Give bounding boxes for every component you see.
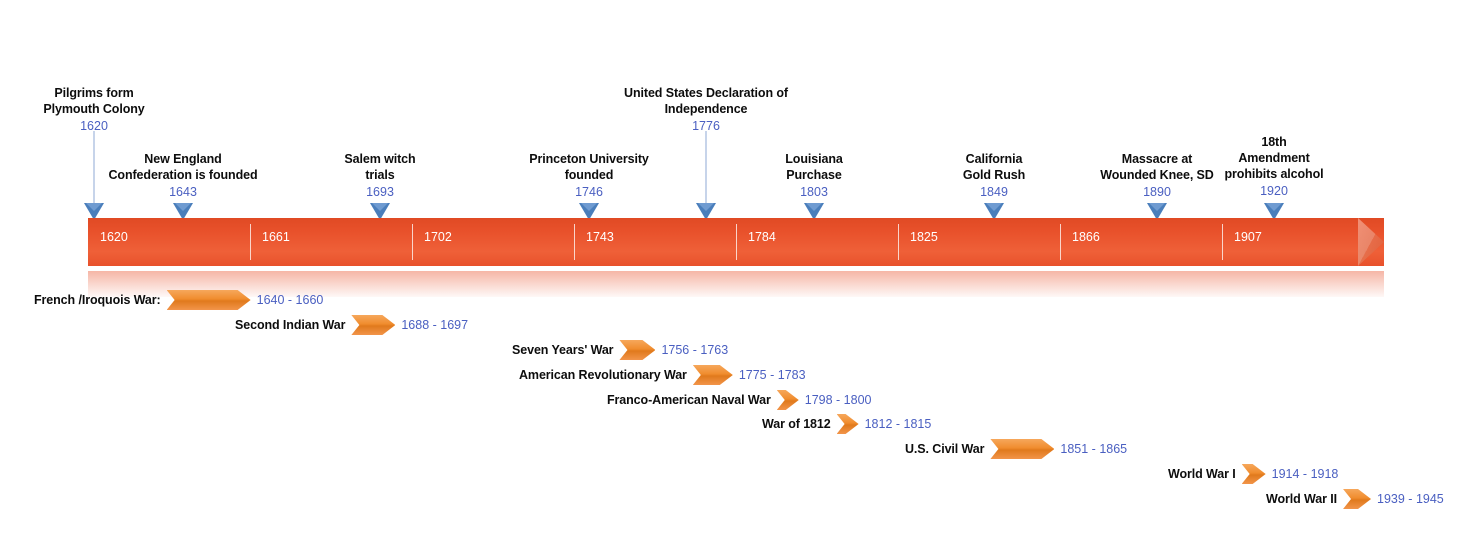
timeline-event: Princeton University founded 1746 xyxy=(529,151,649,201)
war-label: Second Indian War xyxy=(235,318,346,332)
timeline-bar: 1620 1661 1702 1743 1784 1825 1866 1907 xyxy=(88,218,1384,266)
war-span-row: War of 1812 1812 - 1815 xyxy=(762,414,931,434)
event-title: Salem witch trials xyxy=(344,152,416,182)
war-span-row: Seven Years' War 1756 - 1763 xyxy=(512,340,728,360)
event-title: New England Confederation is founded xyxy=(108,152,258,182)
event-title: Louisiana Purchase xyxy=(785,152,843,182)
event-connector-line xyxy=(705,131,707,203)
timeline-event: Massacre at Wounded Knee, SD 1890 xyxy=(1100,151,1214,201)
war-duration-arrow-icon xyxy=(693,365,733,385)
war-duration-arrow-icon xyxy=(777,390,799,410)
axis-tick-divider xyxy=(250,224,251,260)
axis-tick-label: 1907 xyxy=(1234,230,1262,244)
axis-tick-label: 1784 xyxy=(748,230,776,244)
axis-tick-label: 1620 xyxy=(100,230,128,244)
axis-tick-label: 1866 xyxy=(1072,230,1100,244)
event-year: 1890 xyxy=(1143,185,1171,199)
war-duration-arrow-icon xyxy=(351,315,395,335)
war-year-range: 1640 - 1660 xyxy=(256,293,324,307)
war-span-row: Franco-American Naval War 1798 - 1800 xyxy=(607,390,872,410)
war-label: U.S. Civil War xyxy=(905,442,985,456)
war-label: Franco-American Naval War xyxy=(607,393,771,407)
event-year: 1849 xyxy=(980,185,1008,199)
axis-tick-divider xyxy=(898,224,899,260)
event-year: 1746 xyxy=(575,185,603,199)
event-title: United States Declaration of Independenc… xyxy=(624,86,788,116)
war-duration-arrow-icon xyxy=(990,439,1054,459)
axis-tick-label: 1825 xyxy=(910,230,938,244)
timeline-event: 18th Amendment prohibits alcohol 1920 xyxy=(1225,134,1324,200)
war-year-range: 1775 - 1783 xyxy=(738,368,806,382)
war-duration-arrow-icon xyxy=(837,414,859,434)
war-duration-arrow-icon xyxy=(167,290,251,310)
timeline-event: New England Confederation is founded 1643 xyxy=(109,151,258,201)
war-year-range: 1798 - 1800 xyxy=(804,393,872,407)
war-label: French /Iroquois War: xyxy=(34,293,161,307)
axis-tick-divider xyxy=(412,224,413,260)
war-span-row: Second Indian War 1688 - 1697 xyxy=(235,315,468,335)
war-label: War of 1812 xyxy=(762,417,831,431)
war-label: World War I xyxy=(1168,467,1236,481)
war-year-range: 1812 - 1815 xyxy=(864,417,932,431)
timeline-event: Pilgrims form Plymouth Colony 1620 xyxy=(43,85,144,135)
war-span-row: American Revolutionary War 1775 - 1783 xyxy=(519,365,806,385)
axis-tick-divider xyxy=(1222,224,1223,260)
war-span-row: French /Iroquois War: 1640 - 1660 xyxy=(34,290,323,310)
event-title: 18th Amendment prohibits alcohol xyxy=(1224,135,1324,181)
war-duration-arrow-icon xyxy=(1242,464,1266,484)
event-year: 1803 xyxy=(800,185,828,199)
war-year-range: 1939 - 1945 xyxy=(1377,492,1444,506)
axis-tick-divider xyxy=(736,224,737,260)
timeline-event: United States Declaration of Independenc… xyxy=(624,85,788,135)
timeline-event: Louisiana Purchase 1803 xyxy=(785,151,843,201)
war-label: Seven Years' War xyxy=(512,343,614,357)
timeline-event: Salem witch trials 1693 xyxy=(344,151,415,201)
axis-tick-divider xyxy=(574,224,575,260)
war-duration-arrow-icon xyxy=(619,340,655,360)
war-year-range: 1756 - 1763 xyxy=(661,343,729,357)
event-title: California Gold Rush xyxy=(962,152,1026,182)
event-title: Massacre at Wounded Knee, SD xyxy=(1100,152,1214,182)
axis-tick-label: 1702 xyxy=(424,230,452,244)
war-span-row: World War II 1939 - 1945 xyxy=(1266,489,1444,509)
war-duration-arrow-icon xyxy=(1343,489,1371,509)
axis-tick-label: 1743 xyxy=(586,230,614,244)
axis-tick-label: 1661 xyxy=(262,230,290,244)
war-label: World War II xyxy=(1266,492,1338,506)
timeline-event: California Gold Rush 1849 xyxy=(963,151,1025,201)
event-year: 1643 xyxy=(169,185,197,199)
event-year: 1693 xyxy=(366,185,394,199)
axis-tick-divider xyxy=(1060,224,1061,260)
war-span-row: World War I 1914 - 1918 xyxy=(1168,464,1338,484)
timeline-infographic: Pilgrims form Plymouth Colony 1620 New Eng… xyxy=(0,0,1460,546)
war-year-range: 1688 - 1697 xyxy=(401,318,469,332)
event-year: 1920 xyxy=(1260,184,1288,198)
war-span-row: U.S. Civil War 1851 - 1865 xyxy=(905,439,1127,459)
event-connector-line xyxy=(93,131,95,203)
event-title: Princeton University founded xyxy=(529,152,649,182)
war-year-range: 1851 - 1865 xyxy=(1060,442,1128,456)
war-year-range: 1914 - 1918 xyxy=(1271,467,1339,481)
event-title: Pilgrims form Plymouth Colony xyxy=(43,86,145,116)
war-label: American Revolutionary War xyxy=(519,368,687,382)
